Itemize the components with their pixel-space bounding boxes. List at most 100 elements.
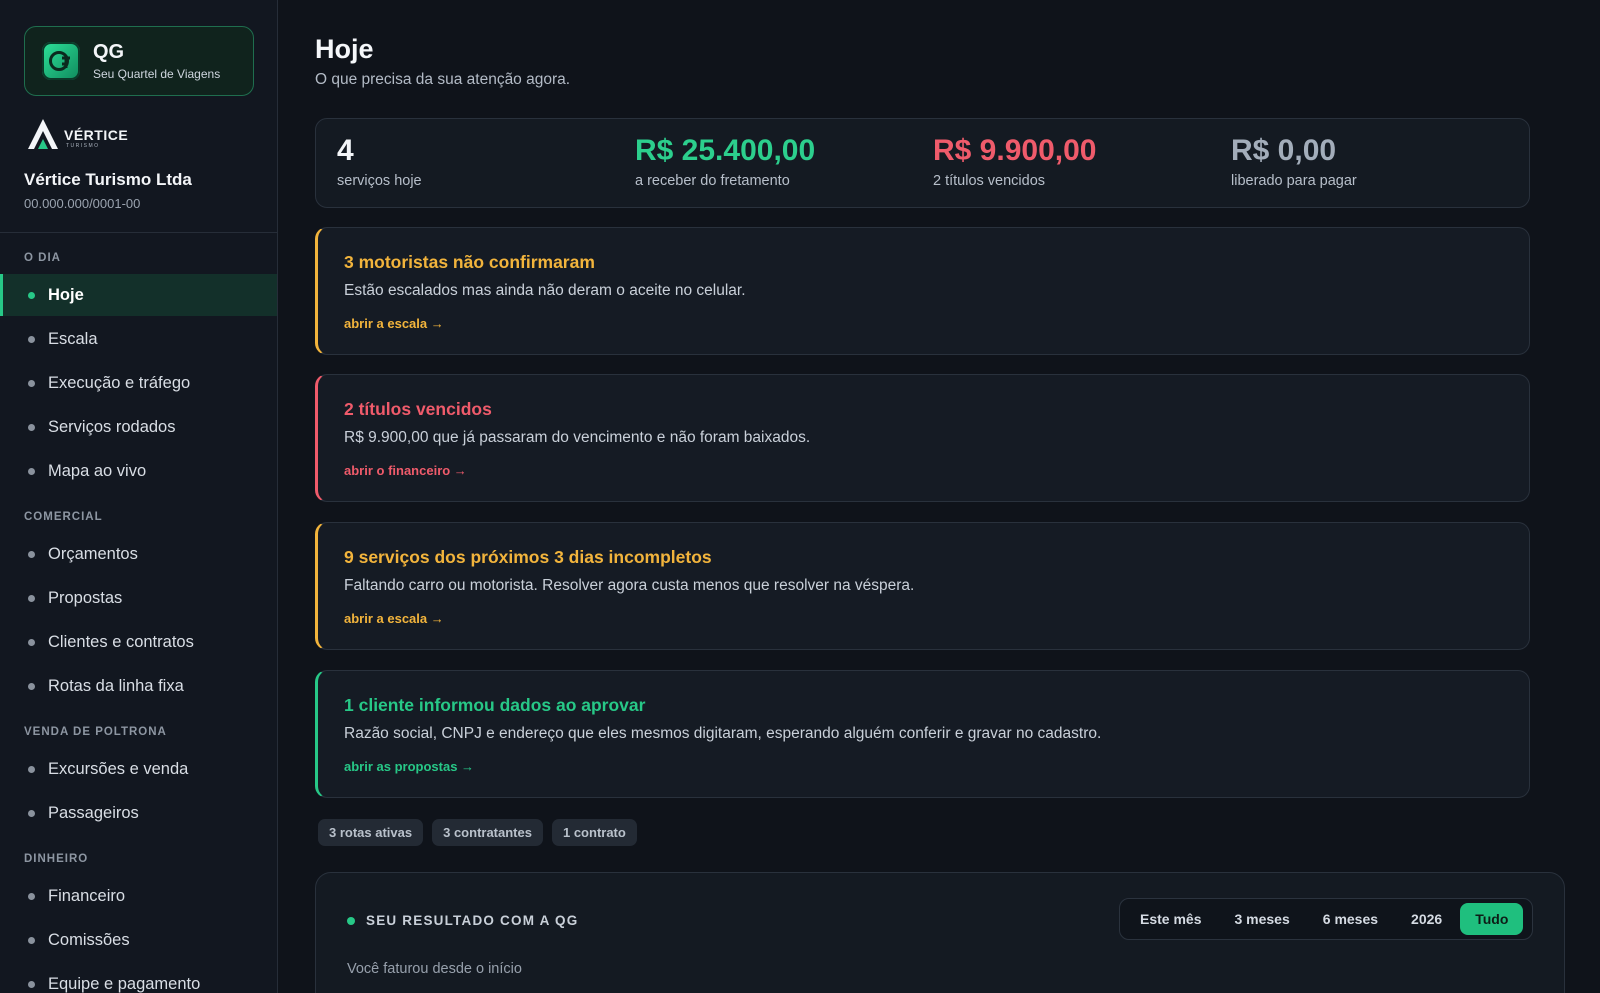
sidebar-item-propostas[interactable]: Propostas bbox=[0, 577, 277, 619]
sidebar-item-label: Propostas bbox=[48, 588, 123, 607]
stat-liberado: R$ 0,00 liberado para pagar bbox=[1231, 133, 1357, 189]
bullet-icon bbox=[28, 335, 35, 343]
sidebar-divider bbox=[0, 232, 277, 233]
summary-chips: 3 rotas ativas 3 contratantes 1 contrato bbox=[318, 819, 637, 846]
stat-value: R$ 25.400,00 bbox=[635, 134, 816, 167]
alert-description: Razão social, CNPJ e endereço que eles m… bbox=[344, 725, 1102, 742]
sidebar-item-passageiros[interactable]: Passageiros bbox=[0, 792, 277, 834]
company-logo-name: VÉRTICE bbox=[64, 127, 129, 143]
sidebar-item-comissoes[interactable]: Comissões bbox=[0, 919, 277, 961]
page-title: Hoje bbox=[315, 34, 374, 64]
alert-description: Estão escalados mas ainda não deram o ac… bbox=[344, 282, 746, 299]
stat-servicos-hoje: 4 serviços hoje bbox=[337, 133, 422, 189]
stat-label: liberado para pagar bbox=[1231, 173, 1357, 189]
stat-label: 2 títulos vencidos bbox=[933, 173, 1046, 189]
period-3-meses[interactable]: 3 meses bbox=[1219, 903, 1304, 935]
sidebar-item-label: Hoje bbox=[48, 285, 84, 304]
brand-name: QG bbox=[93, 41, 125, 63]
bullet-icon bbox=[28, 892, 35, 900]
bullet-icon bbox=[28, 765, 35, 773]
sidebar-item-financeiro[interactable]: Financeiro bbox=[0, 875, 277, 917]
bullet-icon bbox=[28, 423, 35, 431]
sidebar-item-label: Serviços rodados bbox=[48, 417, 176, 436]
sidebar-item-label: Orçamentos bbox=[48, 544, 138, 563]
alert-card-motoristas: 3 motoristas não confirmaram Estão escal… bbox=[315, 227, 1530, 355]
sidebar-item-servicos-rodados[interactable]: Serviços rodados bbox=[0, 406, 277, 448]
bullet-icon bbox=[28, 936, 35, 944]
company-cnpj: 00.000.000/0001-00 bbox=[24, 196, 141, 211]
sidebar-item-label: Execução e tráfego bbox=[48, 373, 191, 392]
sidebar-item-rotas[interactable]: Rotas da linha fixa bbox=[0, 665, 277, 707]
sidebar-item-orcamentos[interactable]: Orçamentos bbox=[0, 533, 277, 575]
sidebar-item-label: Clientes e contratos bbox=[48, 632, 194, 651]
bullet-icon bbox=[28, 682, 35, 690]
period-filter: Este mês 3 meses 6 meses 2026 Tudo bbox=[1119, 898, 1533, 940]
stat-a-receber: R$ 25.400,00 a receber do fretamento bbox=[635, 133, 815, 189]
company-logo-sub: TURISMO bbox=[66, 143, 100, 149]
sidebar-item-excursoes[interactable]: Excursões e venda bbox=[0, 748, 277, 790]
company-logo: VÉRTICE TURISMO bbox=[26, 117, 156, 151]
bullet-icon bbox=[28, 467, 35, 475]
stat-value: R$ 0,00 bbox=[1231, 134, 1337, 167]
sidebar-item-mapa[interactable]: Mapa ao vivo bbox=[0, 450, 277, 492]
sidebar-item-label: Equipe e pagamento bbox=[48, 974, 201, 993]
alert-title: 3 motoristas não confirmaram bbox=[344, 252, 595, 272]
chip-contratantes: 3 contratantes bbox=[432, 819, 543, 846]
bullet-icon bbox=[28, 809, 35, 817]
alert-card-cliente-dados: 1 cliente informou dados ao aprovar Razã… bbox=[315, 670, 1530, 798]
alert-title: 1 cliente informou dados ao aprovar bbox=[344, 695, 646, 715]
sidebar-item-clientes[interactable]: Clientes e contratos bbox=[0, 621, 277, 663]
brand-tagline: Seu Quartel de Viagens bbox=[93, 67, 221, 81]
alert-description: Faltando carro ou motorista. Resolver ag… bbox=[344, 577, 915, 594]
company-name: Vértice Turismo Ltda bbox=[24, 170, 192, 189]
status-dot-icon bbox=[347, 916, 355, 925]
result-header: SEU RESULTADO COM A QG bbox=[347, 913, 578, 928]
stat-titulos-vencidos: R$ 9.900,00 2 títulos vencidos bbox=[933, 133, 1096, 189]
sidebar: QG Seu Quartel de Viagens VÉRTICE TURISM… bbox=[0, 0, 278, 993]
qg-logo-icon bbox=[42, 42, 80, 80]
open-escala-link[interactable]: abrir a escala → bbox=[344, 611, 444, 626]
sidebar-item-hoje[interactable]: Hoje bbox=[0, 274, 277, 316]
result-card: SEU RESULTADO COM A QG Este mês 3 meses … bbox=[315, 872, 1565, 993]
period-6-meses[interactable]: 6 meses bbox=[1308, 903, 1393, 935]
sidebar-item-escala[interactable]: Escala bbox=[0, 318, 277, 360]
stat-value: 4 bbox=[337, 134, 354, 167]
sidebar-item-label: Rotas da linha fixa bbox=[48, 676, 184, 695]
stat-label: a receber do fretamento bbox=[635, 173, 790, 189]
page-subtitle: O que precisa da sua atenção agora. bbox=[315, 71, 571, 88]
sidebar-item-execucao[interactable]: Execução e tráfego bbox=[0, 362, 277, 404]
period-este-mes[interactable]: Este mês bbox=[1125, 903, 1216, 935]
period-2026[interactable]: 2026 bbox=[1396, 903, 1457, 935]
bullet-icon bbox=[28, 980, 35, 988]
bullet-icon bbox=[28, 638, 35, 646]
chip-contrato: 1 contrato bbox=[551, 819, 637, 846]
result-subtitle: Você faturou desde o início bbox=[347, 961, 522, 977]
brand-card[interactable]: QG Seu Quartel de Viagens bbox=[24, 26, 254, 96]
alert-description: R$ 9.900,00 que já passaram do venciment… bbox=[344, 429, 811, 446]
period-tudo[interactable]: Tudo bbox=[1460, 903, 1524, 935]
stats-card: 4 serviços hoje R$ 25.400,00 a receber d… bbox=[315, 118, 1530, 208]
sidebar-item-label: Mapa ao vivo bbox=[48, 461, 147, 480]
nav-section-title: O DIA bbox=[24, 252, 61, 264]
open-propostas-link[interactable]: abrir as propostas → bbox=[344, 759, 474, 774]
nav-section-title: COMERCIAL bbox=[24, 511, 103, 523]
stat-value: R$ 9.900,00 bbox=[933, 134, 1097, 167]
result-title: SEU RESULTADO COM A QG bbox=[366, 913, 579, 928]
open-escala-link[interactable]: abrir a escala → bbox=[344, 316, 444, 331]
open-financeiro-link[interactable]: abrir o financeiro → bbox=[344, 463, 467, 478]
stat-label: serviços hoje bbox=[337, 173, 422, 189]
bullet-icon bbox=[28, 291, 35, 299]
nav-section-title: DINHEIRO bbox=[24, 853, 89, 865]
alert-title: 9 serviços dos próximos 3 dias incomplet… bbox=[344, 547, 712, 567]
sidebar-item-label: Comissões bbox=[48, 930, 130, 949]
nav-section-title: VENDA DE POLTRONA bbox=[24, 726, 167, 738]
sidebar-item-label: Financeiro bbox=[48, 886, 126, 905]
bullet-icon bbox=[28, 379, 35, 387]
alert-card-servicos-incompletos: 9 serviços dos próximos 3 dias incomplet… bbox=[315, 522, 1530, 650]
sidebar-item-label: Excursões e venda bbox=[48, 759, 189, 778]
sidebar-item-label: Passageiros bbox=[48, 803, 139, 822]
chip-rotas-ativas: 3 rotas ativas bbox=[318, 819, 424, 846]
sidebar-item-equipe[interactable]: Equipe e pagamento bbox=[0, 963, 277, 993]
bullet-icon bbox=[28, 594, 35, 602]
alert-title: 2 títulos vencidos bbox=[344, 399, 492, 419]
